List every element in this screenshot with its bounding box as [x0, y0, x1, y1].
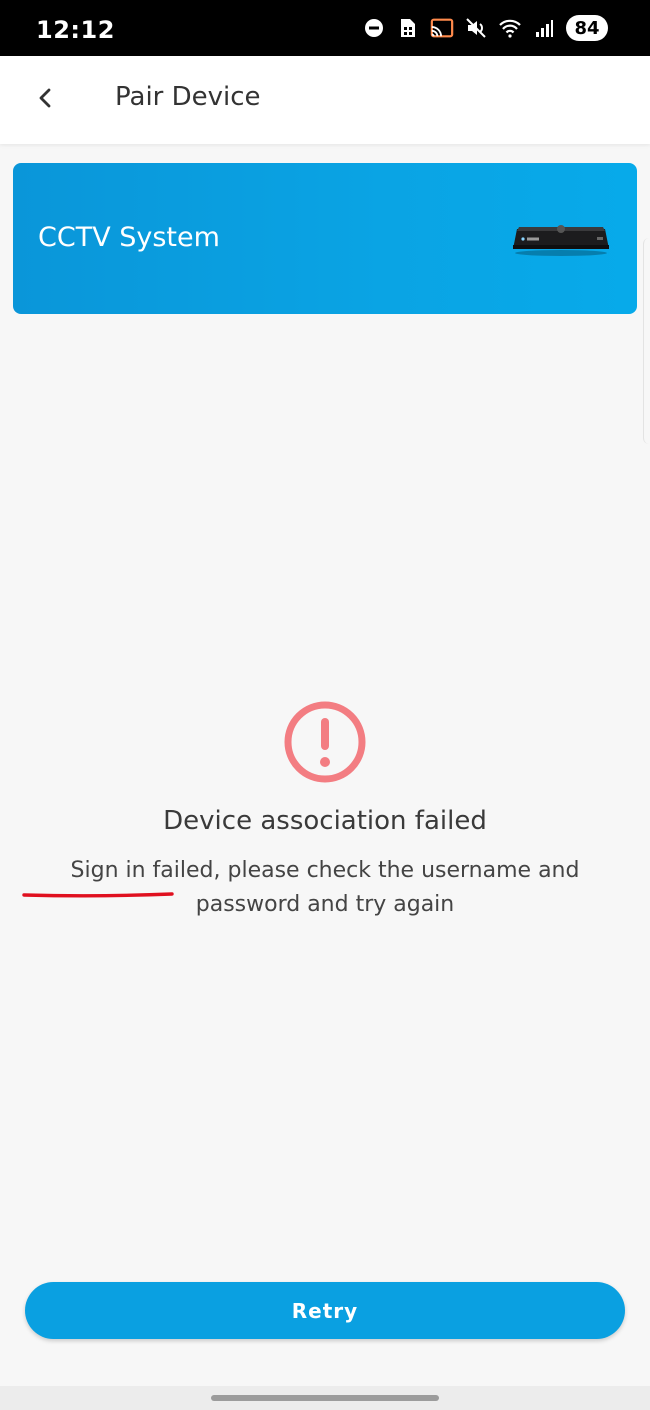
status-bar: 12:12 84: [0, 0, 650, 56]
cast-icon: [430, 16, 454, 40]
do-not-disturb-icon: [362, 16, 386, 40]
exclamation-circle-icon: [283, 700, 367, 784]
battery-indicator: 84: [566, 15, 608, 41]
wifi-icon: [498, 16, 522, 40]
device-card: CCTV System: [13, 163, 637, 314]
error-title: Device association failed: [163, 806, 487, 836]
chevron-left-icon: [36, 87, 56, 113]
page-title: Pair Device: [115, 82, 261, 112]
pair-device-screen: 12:12 84 Pair Device CCTV System Device …: [0, 0, 650, 1410]
home-indicator[interactable]: [211, 1395, 439, 1401]
nvr-recorder-icon: [511, 219, 611, 257]
back-button[interactable]: [22, 76, 70, 124]
status-time: 12:12: [36, 16, 115, 44]
mute-icon: [464, 16, 488, 40]
edge-hint: [643, 238, 650, 444]
sim-card-icon: [396, 16, 420, 40]
annotation-underline: [22, 884, 174, 898]
device-name: CCTV System: [38, 222, 220, 253]
signal-icon: [532, 16, 556, 40]
status-icons: 84: [362, 14, 608, 42]
retry-button[interactable]: Retry: [25, 1282, 625, 1339]
app-bar: Pair Device: [0, 56, 650, 144]
